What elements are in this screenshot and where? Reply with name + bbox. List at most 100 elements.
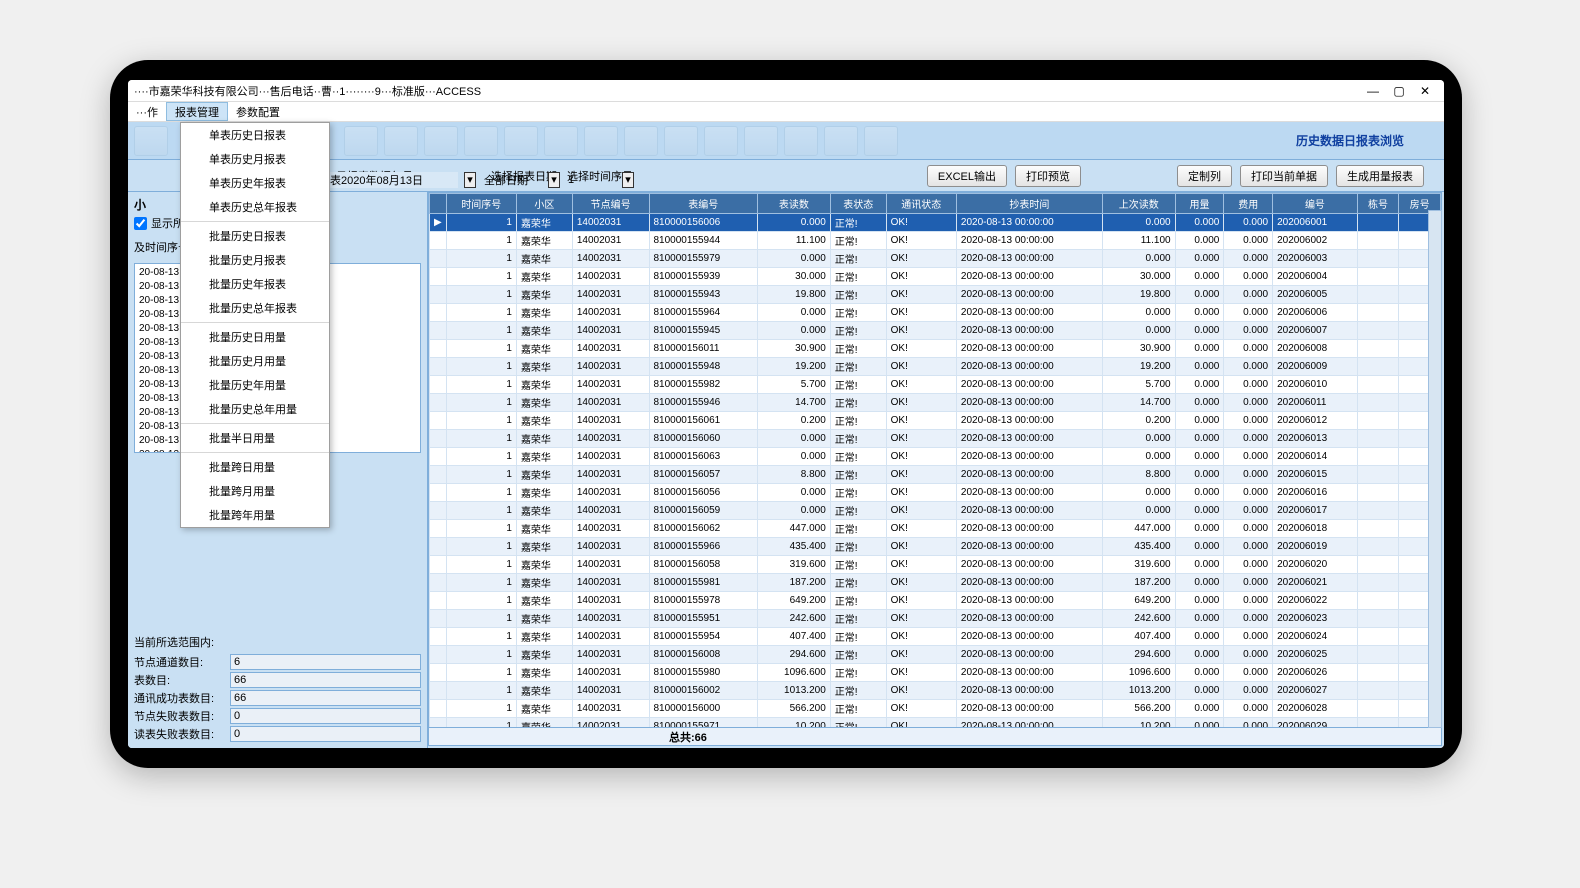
- table-row[interactable]: 1嘉荣华14002031810000155966435.400正常!OK!202…: [430, 538, 1441, 556]
- table-row[interactable]: 1嘉荣华140020318100001560560.000正常!OK!2020-…: [430, 484, 1441, 502]
- column-header[interactable]: 上次读数: [1102, 194, 1175, 214]
- table-row[interactable]: 1嘉荣华14002031810000156008294.600正常!OK!202…: [430, 646, 1441, 664]
- chevron-down-icon[interactable]: ▾: [622, 172, 634, 188]
- column-header[interactable]: 用量: [1175, 194, 1224, 214]
- dropdown-item[interactable]: 批量历史日用量: [181, 325, 329, 349]
- combo-time-seq[interactable]: 1: [566, 174, 616, 186]
- data-grid[interactable]: 时间序号小区节点编号表编号表读数表状态通讯状态抄表时间上次读数用量费用编号栋号房…: [429, 193, 1441, 727]
- table-row[interactable]: ▶1嘉荣华140020318100001560060.000正常!OK!2020…: [430, 214, 1441, 232]
- print-current-button[interactable]: 打印当前单据: [1240, 165, 1328, 187]
- column-header[interactable]: 编号: [1273, 194, 1358, 214]
- dropdown-item[interactable]: 批量历史总年用量: [181, 397, 329, 421]
- dropdown-item[interactable]: 批量历史月报表: [181, 248, 329, 272]
- table-row[interactable]: 1嘉荣华1400203181000015597110.200正常!OK!2020…: [430, 718, 1441, 728]
- toolbar-icon[interactable]: [384, 126, 418, 156]
- table-row[interactable]: 1嘉荣华1400203181000015594819.200正常!OK!2020…: [430, 358, 1441, 376]
- toolbar-icon[interactable]: [424, 126, 458, 156]
- table-row[interactable]: 1嘉荣华140020318100001559825.700正常!OK!2020-…: [430, 376, 1441, 394]
- table-row[interactable]: 1嘉荣华140020318100001560630.000正常!OK!2020-…: [430, 448, 1441, 466]
- toolbar-icon[interactable]: [504, 126, 538, 156]
- column-header[interactable]: 抄表时间: [956, 194, 1102, 214]
- custom-columns-button[interactable]: 定制列: [1177, 165, 1232, 187]
- toolbar-icon[interactable]: [744, 126, 778, 156]
- toolbar-title: 历史数据日报表浏览: [1296, 132, 1404, 149]
- dropdown-item[interactable]: 批量历史月用量: [181, 349, 329, 373]
- stat-value: [230, 654, 421, 670]
- table-row[interactable]: 1嘉荣华140020318100001560578.800正常!OK!2020-…: [430, 466, 1441, 484]
- table-row[interactable]: 1嘉荣华14002031810000155954407.400正常!OK!202…: [430, 628, 1441, 646]
- toolbar-icon[interactable]: [544, 126, 578, 156]
- dropdown-item[interactable]: 批量历史总年报表: [181, 296, 329, 320]
- table-row[interactable]: 1嘉荣华1400203181000015594319.800正常!OK!2020…: [430, 286, 1441, 304]
- toolbar-icon[interactable]: [344, 126, 378, 156]
- excel-export-button[interactable]: EXCEL输出: [927, 165, 1007, 187]
- dropdown-item[interactable]: 单表历史年报表: [181, 171, 329, 195]
- toolbar-icon[interactable]: [664, 126, 698, 156]
- dropdown-item[interactable]: 单表历史月报表: [181, 147, 329, 171]
- table-row[interactable]: 1嘉荣华140020318100001559790.000正常!OK!2020-…: [430, 250, 1441, 268]
- dropdown-item[interactable]: 批量跨年用量: [181, 503, 329, 527]
- chevron-down-icon[interactable]: ▾: [464, 172, 476, 188]
- vertical-scrollbar[interactable]: [1428, 210, 1442, 728]
- dropdown-item[interactable]: 批量跨日用量: [181, 455, 329, 479]
- toolbar-icon[interactable]: [464, 126, 498, 156]
- table-row[interactable]: 1嘉荣华1400203181000015594411.100正常!OK!2020…: [430, 232, 1441, 250]
- column-header[interactable]: 表编号: [649, 194, 758, 214]
- report-menu-dropdown[interactable]: 单表历史日报表单表历史月报表单表历史年报表单表历史总年报表批量历史日报表批量历史…: [180, 122, 330, 528]
- table-row[interactable]: 1嘉荣华140020318100001560610.200正常!OK!2020-…: [430, 412, 1441, 430]
- toolbar-icon[interactable]: [134, 126, 168, 156]
- table-row[interactable]: 1嘉荣华140020318100001560600.000正常!OK!2020-…: [430, 430, 1441, 448]
- column-header[interactable]: 节点编号: [572, 194, 649, 214]
- combo-data-date[interactable]: 表2020年08月13日: [328, 172, 458, 188]
- chevron-down-icon[interactable]: ▾: [548, 172, 560, 188]
- toolbar-icon[interactable]: [584, 126, 618, 156]
- toolbar-icon[interactable]: [784, 126, 818, 156]
- table-row[interactable]: 1嘉荣华140020318100001559801096.600正常!OK!20…: [430, 664, 1441, 682]
- show-all-checkbox[interactable]: [134, 217, 147, 230]
- toolbar-icon[interactable]: [624, 126, 658, 156]
- table-row[interactable]: 1嘉荣华140020318100001559450.000正常!OK!2020-…: [430, 322, 1441, 340]
- table-row[interactable]: 1嘉荣华140020318100001560590.000正常!OK!2020-…: [430, 502, 1441, 520]
- table-row[interactable]: 1嘉荣华1400203181000015594614.700正常!OK!2020…: [430, 394, 1441, 412]
- stat-label: 通讯成功表数目:: [134, 690, 230, 706]
- column-header[interactable]: 小区: [516, 194, 572, 214]
- toolbar-icon[interactable]: [704, 126, 738, 156]
- window-maximize[interactable]: ▢: [1386, 84, 1412, 98]
- column-header[interactable]: 时间序号: [446, 194, 516, 214]
- table-row[interactable]: 1嘉荣华140020318100001559640.000正常!OK!2020-…: [430, 304, 1441, 322]
- stat-label: 表数目:: [134, 672, 230, 688]
- table-row[interactable]: 1嘉荣华1400203181000015593930.000正常!OK!2020…: [430, 268, 1441, 286]
- toolbar-icon[interactable]: [824, 126, 858, 156]
- menu-param-config[interactable]: 参数配置: [228, 102, 288, 121]
- column-header[interactable]: 表状态: [830, 194, 886, 214]
- menu-report-manage[interactable]: 报表管理: [166, 102, 228, 121]
- stat-value: [230, 672, 421, 688]
- column-header[interactable]: 表读数: [758, 194, 831, 214]
- dropdown-item[interactable]: 批量历史年用量: [181, 373, 329, 397]
- table-row[interactable]: 1嘉荣华14002031810000156058319.600正常!OK!202…: [430, 556, 1441, 574]
- window-titlebar: ····市嘉荣华科技有限公司···售后电话··曹··1········9···标…: [128, 80, 1444, 102]
- dropdown-item[interactable]: 单表历史总年报表: [181, 195, 329, 219]
- window-close[interactable]: ✕: [1412, 84, 1438, 98]
- table-row[interactable]: 1嘉荣华14002031810000156062447.000正常!OK!202…: [430, 520, 1441, 538]
- table-row[interactable]: 1嘉荣华14002031810000155978649.200正常!OK!202…: [430, 592, 1441, 610]
- dropdown-item[interactable]: 单表历史日报表: [181, 123, 329, 147]
- table-row[interactable]: 1嘉荣华14002031810000155951242.600正常!OK!202…: [430, 610, 1441, 628]
- table-row[interactable]: 1嘉荣华14002031810000155981187.200正常!OK!202…: [430, 574, 1441, 592]
- table-row[interactable]: 1嘉荣华1400203181000015601130.900正常!OK!2020…: [430, 340, 1441, 358]
- dropdown-item[interactable]: 批量半日用量: [181, 426, 329, 450]
- combo-report-date[interactable]: 全部日期: [482, 172, 542, 188]
- gen-usage-report-button[interactable]: 生成用量报表: [1336, 165, 1424, 187]
- column-header[interactable]: 费用: [1224, 194, 1273, 214]
- column-header[interactable]: 栋号: [1357, 194, 1399, 214]
- table-row[interactable]: 1嘉荣华140020318100001560021013.200正常!OK!20…: [430, 682, 1441, 700]
- table-row[interactable]: 1嘉荣华14002031810000156000566.200正常!OK!202…: [430, 700, 1441, 718]
- print-preview-button[interactable]: 打印预览: [1015, 165, 1081, 187]
- menu-operate[interactable]: ···作: [128, 102, 166, 121]
- column-header[interactable]: 通讯状态: [886, 194, 956, 214]
- dropdown-item[interactable]: 批量历史年报表: [181, 272, 329, 296]
- dropdown-item[interactable]: 批量跨月用量: [181, 479, 329, 503]
- window-minimize[interactable]: —: [1360, 84, 1386, 98]
- dropdown-item[interactable]: 批量历史日报表: [181, 224, 329, 248]
- toolbar-icon[interactable]: [864, 126, 898, 156]
